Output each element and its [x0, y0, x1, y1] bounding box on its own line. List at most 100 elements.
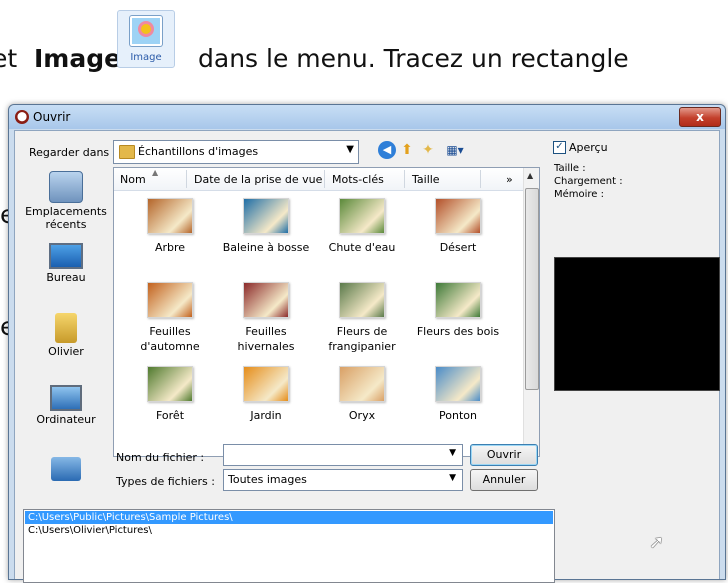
file-label: Forêt — [155, 409, 185, 422]
cancel-button[interactable]: Annuler — [470, 469, 538, 491]
chevron-down-icon[interactable]: ▼ — [449, 448, 456, 458]
filetype-select[interactable]: Toutes images ▼ — [223, 469, 463, 491]
file-label: Feuilles hivernales — [237, 325, 295, 353]
file-item[interactable]: Arbre — [122, 198, 218, 255]
close-button[interactable]: x — [679, 107, 721, 127]
recent-places-icon — [49, 171, 83, 203]
sort-arrow-icon: ▲ — [152, 168, 159, 177]
window-title: Ouvrir — [33, 110, 71, 124]
lookin-value: Échantillons d'images — [138, 145, 259, 158]
image-thumbnail — [339, 366, 385, 402]
file-list[interactable]: Nom ▲ Date de la prise de vue Mots-clés … — [113, 167, 540, 457]
lookin-dropdown[interactable]: Échantillons d'images ▼ — [113, 140, 359, 164]
file-item[interactable]: Fleurs des bois — [410, 282, 506, 339]
image-menu-icon: Image — [117, 10, 175, 68]
place-label: Ordinateur — [36, 413, 96, 426]
file-label: Désert — [439, 241, 477, 254]
place-desktop[interactable]: Bureau — [23, 243, 109, 284]
file-item[interactable]: Feuilles hivernales — [218, 282, 314, 354]
new-folder-icon[interactable]: ✦ — [419, 141, 437, 159]
recent-paths-list[interactable]: C:\Users\Public\Pictures\Sample Pictures… — [23, 509, 555, 583]
desktop-icon — [49, 243, 83, 269]
lookin-label: Regarder dans : — [29, 146, 117, 159]
loading-label: Chargement : — [554, 176, 623, 187]
place-computer[interactable]: Ordinateur — [23, 385, 109, 426]
file-label: Arbre — [154, 241, 186, 254]
path-item[interactable]: C:\Users\Public\Pictures\Sample Pictures… — [25, 511, 553, 524]
tutorial-rest: dans le menu. Tracez un rectangle — [198, 44, 629, 73]
image-thumbnail — [243, 366, 289, 402]
place-recent[interactable]: Emplacements récents — [23, 171, 109, 231]
filetype-value: Toutes images — [228, 473, 307, 486]
preview-checkbox[interactable]: ✓ — [553, 141, 566, 154]
scroll-up-icon[interactable]: ▲ — [527, 171, 533, 180]
image-thumbnail — [147, 366, 193, 402]
memory-label: Mémoire : — [554, 189, 605, 200]
file-item[interactable]: Baleine à bosse — [218, 198, 314, 255]
file-item[interactable]: Jardin — [218, 366, 314, 423]
column-keywords[interactable]: Mots-clés — [332, 173, 384, 186]
column-header: Nom ▲ Date de la prise de vue Mots-clés … — [114, 168, 524, 191]
image-thumbnail — [435, 198, 481, 234]
flower-icon — [141, 24, 151, 34]
column-name[interactable]: Nom — [120, 173, 146, 186]
image-thumbnail — [435, 282, 481, 318]
title-bar[interactable]: ⬤ Ouvrir x — [9, 105, 725, 129]
computer-icon — [50, 385, 82, 411]
file-item[interactable]: Ponton — [410, 366, 506, 423]
column-size[interactable]: Taille — [412, 173, 440, 186]
chevron-down-icon: ▼ — [346, 144, 354, 155]
image-thumbnail — [339, 198, 385, 234]
place-label: Olivier — [48, 345, 84, 358]
scroll-thumb[interactable] — [525, 188, 539, 390]
file-item[interactable]: Désert — [410, 198, 506, 255]
file-label: Chute d'eau — [328, 241, 396, 254]
tutorial-prefix: et — [0, 44, 18, 73]
image-thumbnail — [243, 282, 289, 318]
chevron-down-icon: ▼ — [449, 473, 456, 483]
app-icon: ⬤ — [15, 110, 29, 124]
file-label: Jardin — [250, 409, 282, 422]
back-icon[interactable]: ◀ — [378, 141, 396, 159]
preview-label: Aperçu — [569, 141, 608, 154]
size-label: Taille : — [554, 163, 586, 174]
open-button[interactable]: Ouvrir — [470, 444, 538, 466]
file-item[interactable]: Feuilles d'automne — [122, 282, 218, 354]
file-item[interactable]: Chute d'eau — [314, 198, 410, 255]
file-label: Fleurs des bois — [416, 325, 500, 338]
user-folder-icon — [55, 313, 77, 343]
dialog-client: Regarder dans : Échantillons d'images ▼ … — [14, 130, 720, 583]
folder-icon — [119, 145, 135, 159]
image-thumbnail — [147, 198, 193, 234]
file-item[interactable]: Forêt — [122, 366, 218, 423]
image-thumbnail — [435, 366, 481, 402]
vertical-scrollbar[interactable]: ▲ ▼ — [523, 168, 539, 456]
preview-pane — [554, 257, 720, 391]
tutorial-line: et Image Image dans le menu. Tracez un r… — [0, 0, 728, 100]
filename-label: Nom du fichier : — [116, 451, 205, 464]
file-label: Fleurs de frangipanier — [328, 325, 396, 353]
file-label: Feuilles d'automne — [140, 325, 200, 353]
image-thumbnail — [147, 282, 193, 318]
open-dialog: ⬤ Ouvrir x Regarder dans : Échantillons … — [8, 104, 726, 583]
path-item[interactable]: C:\Users\Olivier\Pictures\ — [25, 524, 553, 537]
column-date[interactable]: Date de la prise de vue — [194, 173, 322, 186]
place-label: Bureau — [46, 271, 86, 284]
mouse-cursor-icon: ➚ — [649, 532, 665, 553]
place-user[interactable]: Olivier — [23, 313, 109, 358]
file-item[interactable]: Fleurs de frangipanier — [314, 282, 410, 354]
filename-input[interactable]: ▼ — [223, 444, 463, 466]
image-thumbnail — [339, 282, 385, 318]
filetype-label: Types de fichiers : — [116, 475, 215, 488]
up-folder-icon[interactable]: ⬆ — [398, 141, 416, 159]
file-item[interactable]: Oryx — [314, 366, 410, 423]
views-menu-icon[interactable]: ▦▾ — [441, 141, 469, 159]
network-icon — [51, 457, 81, 481]
image-thumbnail — [243, 198, 289, 234]
column-more[interactable]: » — [506, 173, 513, 186]
image-icon-caption: Image — [130, 52, 162, 63]
place-network[interactable] — [23, 457, 109, 483]
file-label: Baleine à bosse — [222, 241, 310, 254]
file-label: Oryx — [348, 409, 376, 422]
file-label: Ponton — [439, 409, 477, 422]
